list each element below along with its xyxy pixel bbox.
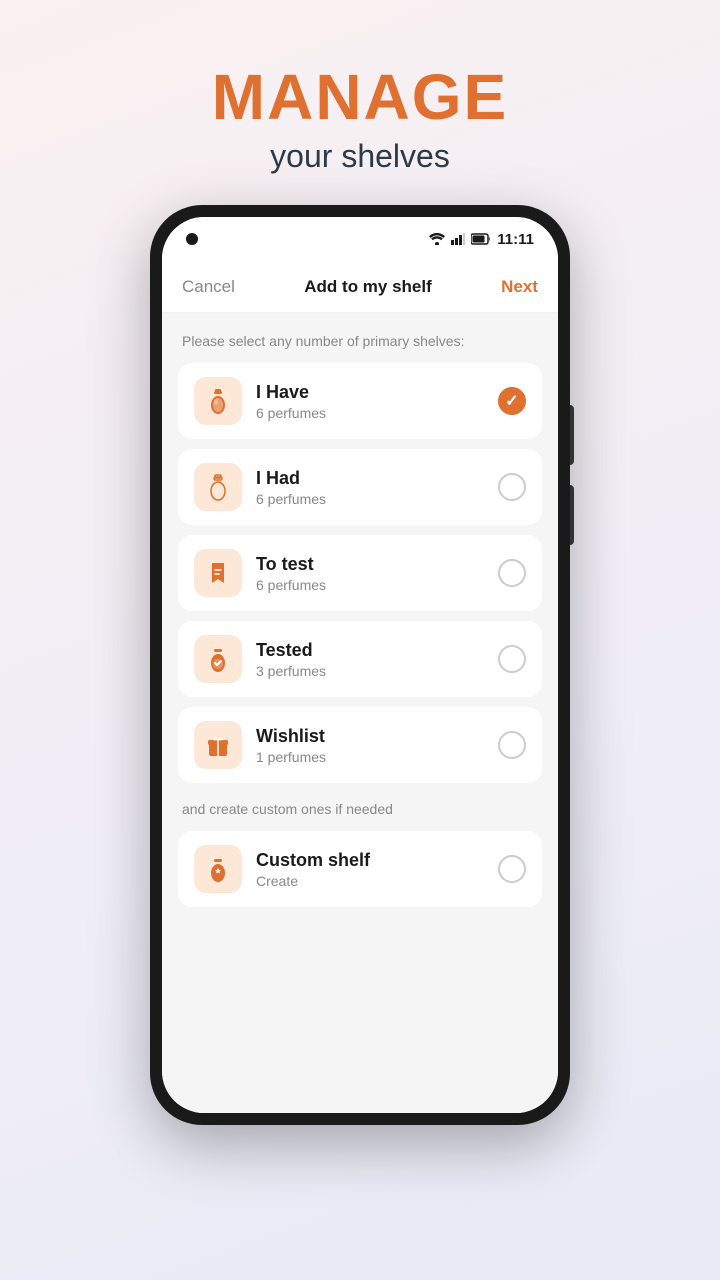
perfume-star-icon <box>204 855 232 883</box>
shelf-name-wishlist: Wishlist <box>256 726 484 747</box>
bookmark-icon <box>204 559 232 587</box>
phone-screen: 11:11 Cancel Add to my shelf Next Please… <box>162 217 558 1113</box>
gift-icon <box>204 731 232 759</box>
shelf-info-i-had: I Had 6 perfumes <box>256 468 484 507</box>
shelf-item-i-have[interactable]: I Have 6 perfumes <box>178 363 542 439</box>
shelf-info-tested: Tested 3 perfumes <box>256 640 484 679</box>
battery-icon <box>471 233 491 245</box>
shelf-icon-i-had <box>194 463 242 511</box>
shelf-checkbox-i-have[interactable] <box>498 387 526 415</box>
shelf-item-tested[interactable]: Tested 3 perfumes <box>178 621 542 697</box>
shelf-count-i-had: 6 perfumes <box>256 491 484 507</box>
shelf-info-to-test: To test 6 perfumes <box>256 554 484 593</box>
shelf-checkbox-to-test[interactable] <box>498 559 526 587</box>
phone-frame: 11:11 Cancel Add to my shelf Next Please… <box>150 205 570 1125</box>
status-time: 11:11 <box>497 231 534 248</box>
page-title-sub: your shelves <box>212 138 508 175</box>
shelf-name-tested: Tested <box>256 640 484 661</box>
status-icons: 11:11 <box>429 231 534 248</box>
shelf-name-i-have: I Have <box>256 382 484 403</box>
shelf-checkbox-i-had[interactable] <box>498 473 526 501</box>
shelf-info-custom: Custom shelf Create <box>256 850 484 889</box>
cancel-button[interactable]: Cancel <box>182 277 235 297</box>
shelf-icon-custom <box>194 845 242 893</box>
shelf-checkbox-wishlist[interactable] <box>498 731 526 759</box>
shelf-item-i-had[interactable]: I Had 6 perfumes <box>178 449 542 525</box>
shelf-name-i-had: I Had <box>256 468 484 489</box>
shelf-icon-to-test <box>194 549 242 597</box>
top-nav: Cancel Add to my shelf Next <box>162 261 558 313</box>
shelf-icon-tested <box>194 635 242 683</box>
shelf-sub-custom: Create <box>256 873 484 889</box>
perfume-bottle-outline-icon <box>204 473 232 501</box>
side-button-volume <box>570 485 574 545</box>
shelf-name-to-test: To test <box>256 554 484 575</box>
perfume-check-icon <box>204 645 232 673</box>
page-header: MANAGE your shelves <box>212 60 508 175</box>
shelf-count-wishlist: 1 perfumes <box>256 749 484 765</box>
signal-icon <box>451 233 465 245</box>
shelf-count-tested: 3 perfumes <box>256 663 484 679</box>
section-label: Please select any number of primary shel… <box>178 333 542 349</box>
shelf-count-to-test: 6 perfumes <box>256 577 484 593</box>
status-bar: 11:11 <box>162 217 558 261</box>
perfume-bottle-icon <box>204 387 232 415</box>
shelf-count-i-have: 6 perfumes <box>256 405 484 421</box>
shelf-icon-i-have <box>194 377 242 425</box>
content-area: Please select any number of primary shel… <box>162 313 558 1113</box>
page-title-main: MANAGE <box>212 60 508 134</box>
next-button[interactable]: Next <box>501 277 538 297</box>
shelf-list: I Have 6 perfumes I Ha <box>178 363 542 791</box>
nav-title: Add to my shelf <box>304 277 432 297</box>
shelf-checkbox-custom[interactable] <box>498 855 526 883</box>
shelf-checkbox-tested[interactable] <box>498 645 526 673</box>
shelf-info-wishlist: Wishlist 1 perfumes <box>256 726 484 765</box>
wifi-icon <box>429 233 445 245</box>
side-button-power <box>570 405 574 465</box>
shelf-item-to-test[interactable]: To test 6 perfumes <box>178 535 542 611</box>
camera-dot <box>186 233 198 245</box>
notch <box>186 233 198 245</box>
shelf-item-wishlist[interactable]: Wishlist 1 perfumes <box>178 707 542 783</box>
shelf-name-custom: Custom shelf <box>256 850 484 871</box>
shelf-icon-wishlist <box>194 721 242 769</box>
shelf-item-custom[interactable]: Custom shelf Create <box>178 831 542 907</box>
custom-section-label: and create custom ones if needed <box>178 801 542 817</box>
shelf-info-i-have: I Have 6 perfumes <box>256 382 484 421</box>
